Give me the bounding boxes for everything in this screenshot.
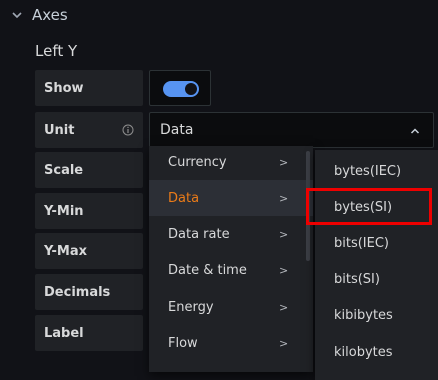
unit-options-submenu: bytes(IEC) bytes(SI) bits(IEC) bits(SI) … <box>315 150 438 380</box>
submenu-arrow-icon: > <box>279 191 289 205</box>
menu-item-label: Energy <box>168 299 214 315</box>
unit-label: Unit <box>35 112 143 148</box>
unit-option-label: kibibytes <box>334 307 393 323</box>
unit-select[interactable]: Data <box>149 112 434 148</box>
show-label: Show <box>35 70 143 106</box>
decimals-label-text: Decimals <box>44 284 111 300</box>
submenu-arrow-icon: > <box>279 227 289 241</box>
submenu-arrow-icon: > <box>279 263 289 277</box>
menu-item-label: Flow <box>168 335 198 351</box>
menu-item-date-time[interactable]: Date & time > <box>149 252 313 288</box>
menu-item-data-rate[interactable]: Data rate > <box>149 216 313 252</box>
menu-item-label: Currency <box>168 154 227 170</box>
menu-item-flow[interactable]: Flow > <box>149 325 313 361</box>
chevron-up-icon <box>410 128 420 134</box>
unit-label-text: Unit <box>44 122 75 138</box>
unit-option-kilobytes[interactable]: kilobytes <box>315 334 438 370</box>
submenu-arrow-icon: > <box>279 336 289 350</box>
section-title: Axes <box>32 6 68 24</box>
highlight-box <box>306 188 432 225</box>
unit-select-value: Data <box>160 122 194 138</box>
ymin-label: Y-Min <box>35 193 143 229</box>
scale-label-text: Scale <box>44 162 84 178</box>
toggle-knob <box>185 83 197 95</box>
label-field-label-text: Label <box>44 325 84 341</box>
axis-title: Left Y <box>35 42 78 60</box>
menu-item-energy[interactable]: Energy > <box>149 289 313 325</box>
ymax-label: Y-Max <box>35 233 143 269</box>
unit-option-bits-iec[interactable]: bits(IEC) <box>315 225 438 261</box>
show-toggle[interactable] <box>163 81 199 97</box>
menu-item-label: Date & time <box>168 262 247 278</box>
axes-section-header[interactable]: Axes <box>8 4 68 26</box>
scale-label: Scale <box>35 152 143 188</box>
info-icon[interactable] <box>122 124 134 136</box>
show-label-text: Show <box>44 80 84 96</box>
unit-option-bytes-iec[interactable]: bytes(IEC) <box>315 153 438 189</box>
unit-option-label: bytes(IEC) <box>334 163 402 179</box>
menu-item-label: Data rate <box>168 226 230 242</box>
menu-item-currency[interactable]: Currency > <box>149 146 313 180</box>
unit-option-bits-si[interactable]: bits(SI) <box>315 261 438 297</box>
show-toggle-wrapper <box>149 70 211 106</box>
unit-option-label: kilobytes <box>334 344 393 360</box>
decimals-label: Decimals <box>35 274 143 310</box>
label-field-label: Label <box>35 315 143 351</box>
chevron-down-icon <box>12 12 22 19</box>
unit-option-label: bits(SI) <box>334 271 380 287</box>
submenu-arrow-icon: > <box>279 155 289 169</box>
ymax-label-text: Y-Max <box>44 243 87 259</box>
unit-option-kibibytes[interactable]: kibibytes <box>315 297 438 333</box>
submenu-arrow-icon: > <box>279 300 289 314</box>
menu-item-data[interactable]: Data > <box>149 180 313 216</box>
unit-category-menu: Currency > Data > Data rate > Date & tim… <box>149 146 313 372</box>
ymin-label-text: Y-Min <box>44 203 84 219</box>
menu-item-label: Data <box>168 190 200 206</box>
unit-option-label: bits(IEC) <box>334 235 390 251</box>
